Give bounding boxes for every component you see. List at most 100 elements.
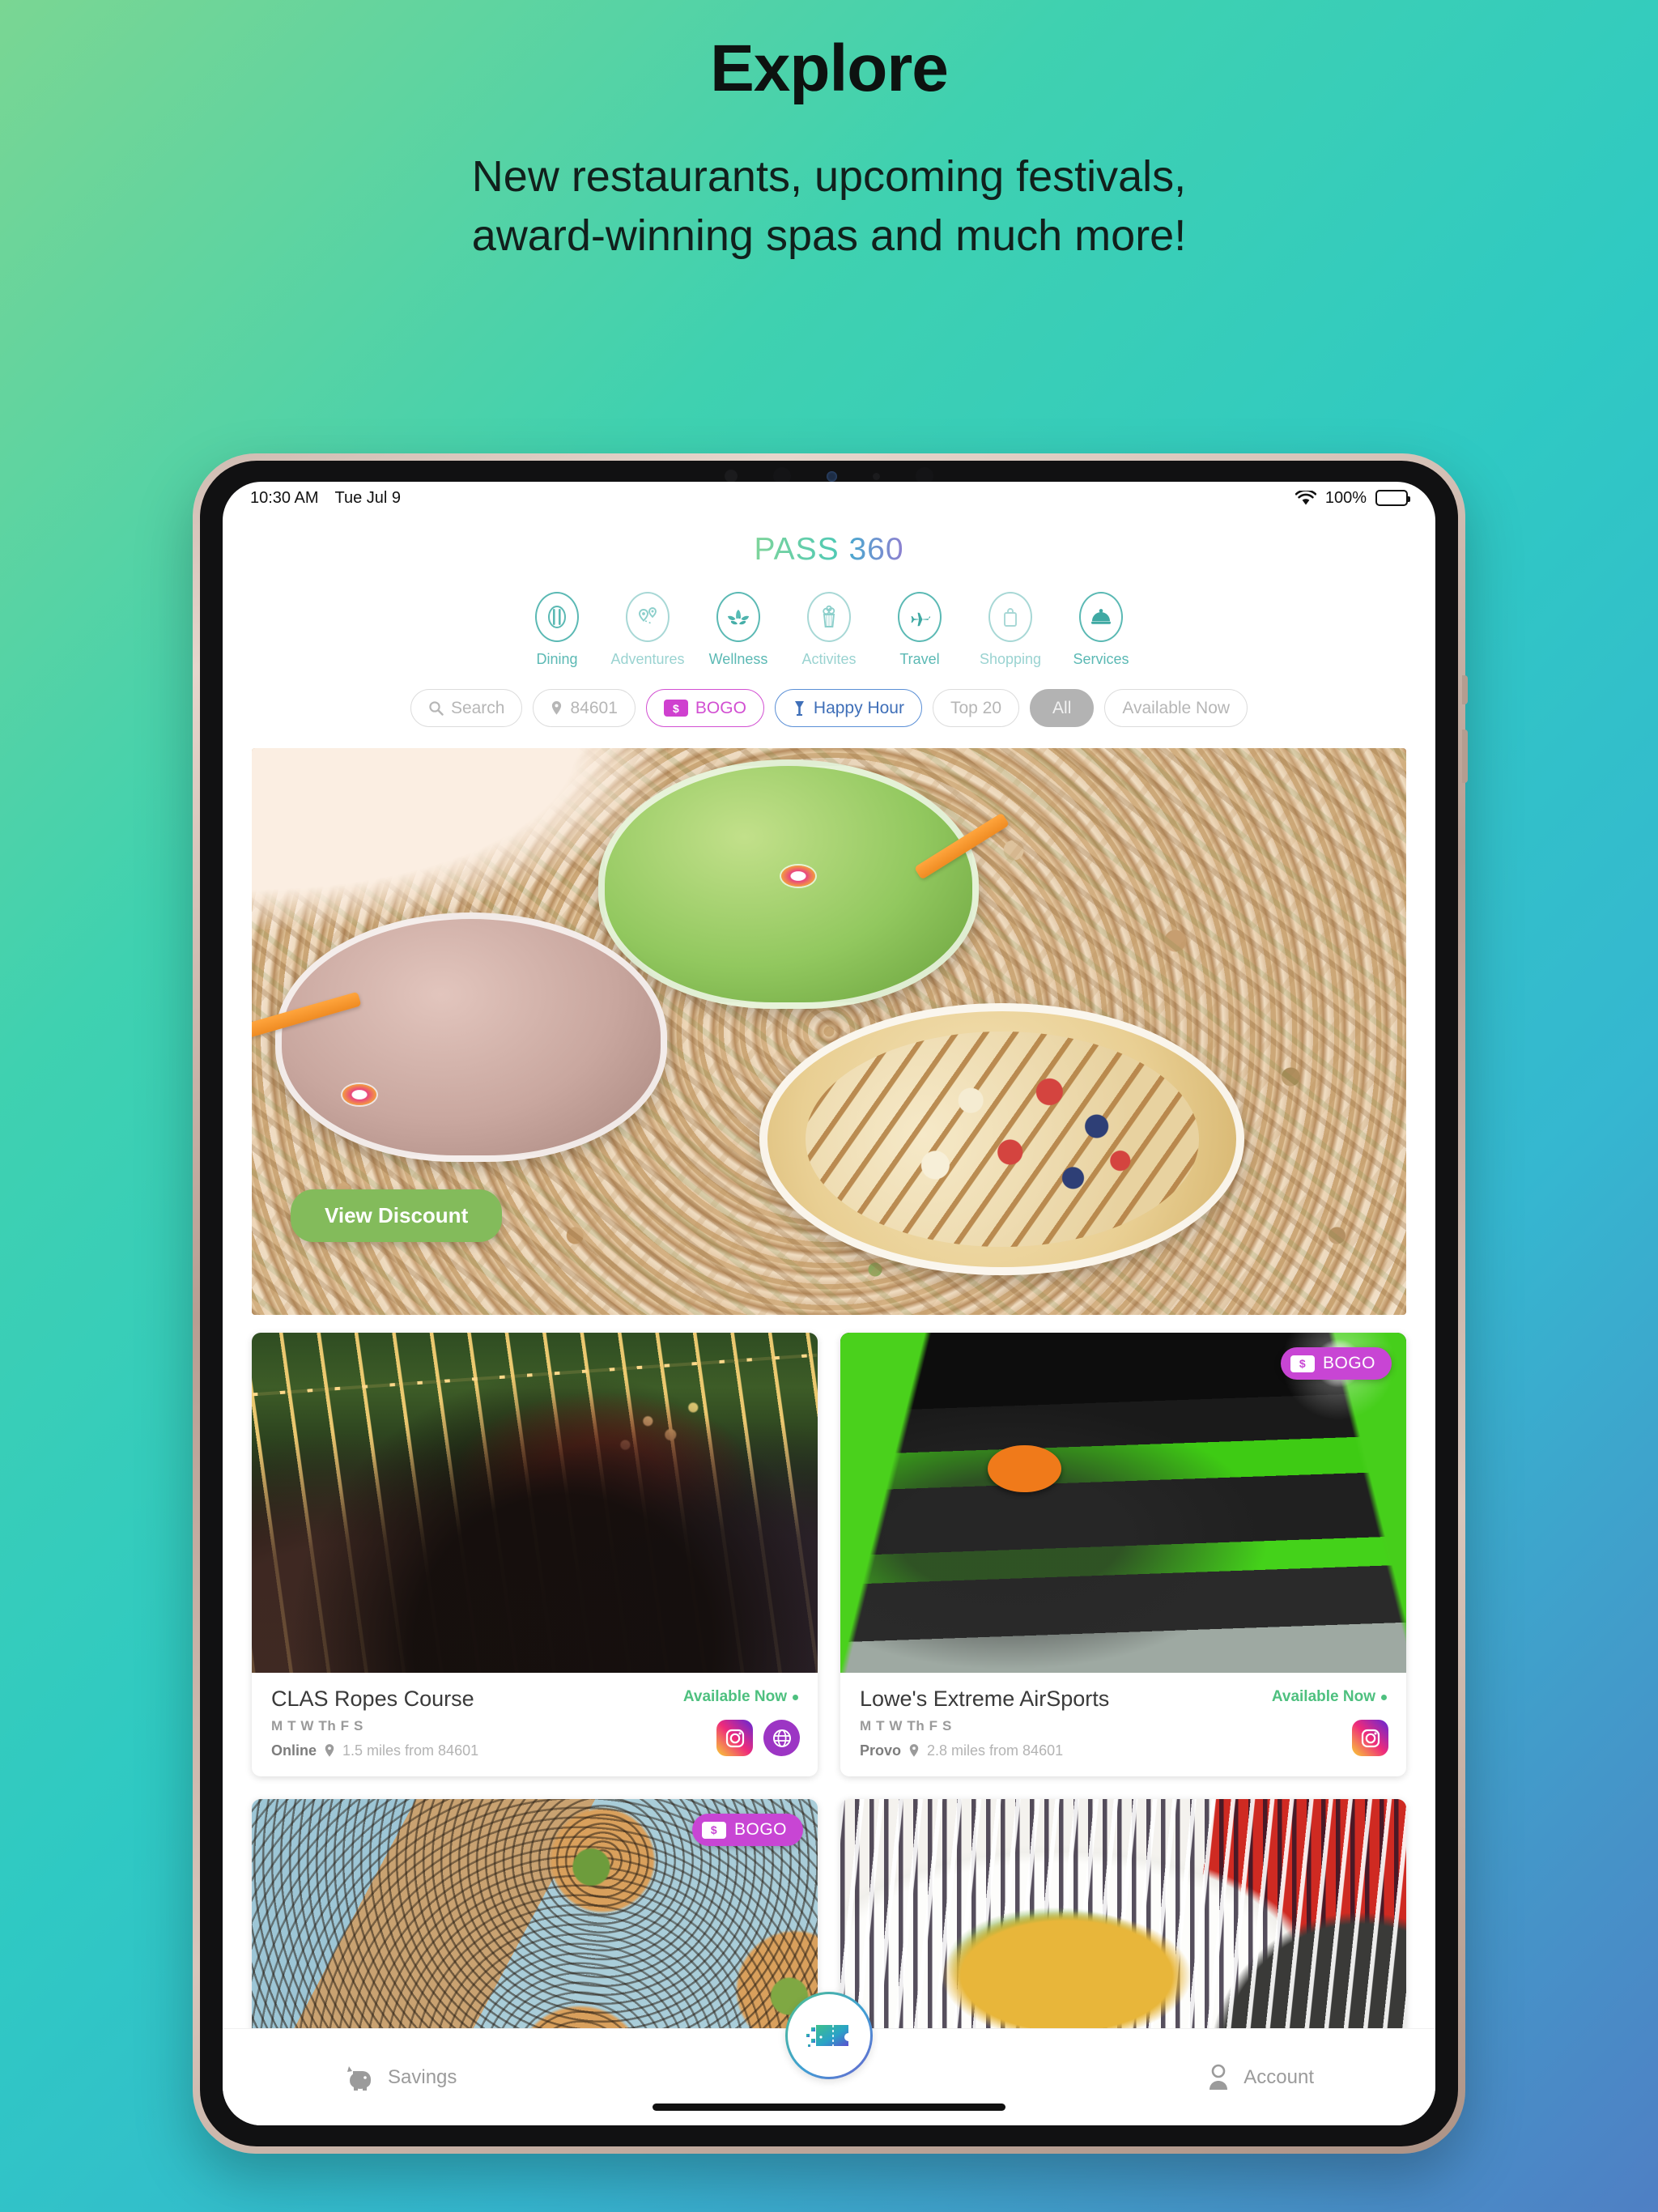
category-services[interactable]: Services (1066, 592, 1136, 668)
category-nav: Dining Adventures Wellness Activites Tra… (223, 592, 1435, 668)
search-label: Search (450, 698, 505, 717)
dollar-tag-icon: $ (701, 1821, 726, 1839)
promo-header: Explore New restaurants, upcoming festiv… (0, 0, 1658, 266)
category-activites[interactable]: Activites (794, 592, 864, 668)
plate-fork-icon (535, 592, 579, 642)
location-filter-chip[interactable]: 84601 (533, 689, 636, 727)
power-button[interactable] (1462, 675, 1468, 704)
wifi-icon (1295, 490, 1316, 504)
status-badge: Available Now (1272, 1688, 1387, 1706)
ticket-fab-button[interactable] (785, 1992, 873, 2079)
bottom-tab-bar: Savings Account (223, 1994, 1435, 2125)
instagram-icon[interactable] (716, 1720, 753, 1756)
availability-dot-icon (1381, 1694, 1387, 1700)
content-scroll-area[interactable]: View Discount CLAS Ropes Course M T W Th… (223, 727, 1435, 2028)
lotus-icon (716, 592, 760, 642)
listing-grid: CLAS Ropes Course M T W Th F S Online 1.… (252, 1333, 1406, 2028)
website-globe-icon[interactable] (763, 1720, 800, 1756)
listing-card-image: $ BOGO (252, 1799, 818, 2028)
status-date: Tue Jul 9 (334, 488, 402, 507)
promo-subtitle-line1: New restaurants, upcoming festivals, (471, 152, 1187, 202)
category-travel[interactable]: Travel (885, 592, 954, 668)
brand-swirl-logo-icon (780, 865, 815, 887)
available-now-filter-chip[interactable]: Available Now (1104, 689, 1248, 727)
category-adventures[interactable]: Adventures (610, 592, 685, 668)
instagram-icon[interactable] (1352, 1720, 1388, 1756)
cocktail-glass-icon (794, 700, 804, 716)
listing-card[interactable]: $ BOGO (252, 1799, 818, 2028)
category-wellness-label: Wellness (708, 651, 768, 667)
tab-account-label: Account (1244, 2065, 1314, 2088)
tab-account[interactable]: Account (1206, 2064, 1314, 2091)
bogo-badge: $ BOGO (691, 1814, 803, 1846)
ticket-icon (806, 2025, 848, 2053)
face-id-dot-projector-icon (827, 470, 837, 482)
category-adventures-label: Adventures (610, 651, 685, 667)
available-now-filter-label: Available Now (1122, 698, 1231, 717)
promo-subtitle-line2: award-winning spas and much more! (471, 211, 1187, 261)
category-travel-label: Travel (899, 651, 940, 667)
bogo-badge: $ BOGO (1280, 1347, 1392, 1380)
listing-card-city: Online (271, 1742, 317, 1759)
listing-card-socials (1352, 1720, 1388, 1756)
category-services-label: Services (1073, 651, 1129, 667)
all-filter-label: All (1052, 698, 1072, 717)
category-activites-label: Activites (801, 651, 857, 667)
app-logo-word2: 360 (848, 532, 904, 567)
tablet-screen: 10:30 AM Tue Jul 9 100% PASS 360 Dining … (223, 482, 1435, 2125)
bogo-badge-label: BOGO (733, 1820, 787, 1839)
dollar-tag-icon: $ (663, 700, 688, 717)
location-filter-label: 84601 (570, 698, 618, 717)
dollar-tag-icon: $ (1290, 1355, 1315, 1372)
home-indicator[interactable] (653, 2104, 1005, 2111)
popcorn-icon (807, 592, 851, 642)
listing-card-image: $ BOGO (840, 1333, 1406, 1673)
hero-promo-card[interactable]: View Discount (252, 748, 1406, 1315)
bogo-badge-label: BOGO (1322, 1354, 1375, 1372)
bogo-filter-chip[interactable]: $ BOGO (645, 689, 764, 727)
all-filter-chip[interactable]: All (1030, 689, 1095, 727)
view-discount-button[interactable]: View Discount (291, 1189, 503, 1242)
battery-percent: 100% (1324, 488, 1367, 507)
top20-filter-label: Top 20 (950, 698, 1002, 717)
status-bar: 10:30 AM Tue Jul 9 100% (223, 482, 1435, 514)
listing-card-meta: Provo 2.8 miles from 84601 (860, 1742, 1387, 1759)
listing-card[interactable]: $ BOGO Lowe's Extreme AirSports M T W Th… (840, 1333, 1406, 1776)
happy-hour-filter-chip[interactable]: Happy Hour (774, 689, 922, 727)
tab-savings[interactable]: Savings (344, 2064, 457, 2091)
listing-card-city: Provo (860, 1742, 902, 1759)
listing-card[interactable] (840, 1799, 1406, 2028)
listing-card[interactable]: CLAS Ropes Course M T W Th F S Online 1.… (252, 1333, 818, 1776)
shopping-bag-icon (988, 592, 1032, 642)
app-logo: PASS 360 (223, 532, 1435, 568)
service-bell-icon (1079, 592, 1123, 642)
battery-full-icon (1375, 490, 1410, 506)
green-smoothie-cup (597, 759, 980, 1074)
happy-hour-filter-label: Happy Hour (813, 698, 904, 717)
map-pins-icon (626, 592, 670, 642)
page-title: Explore (710, 32, 949, 105)
category-dining[interactable]: Dining (522, 592, 592, 668)
listing-card-socials (716, 1720, 800, 1756)
location-pin-icon (552, 700, 562, 715)
status-bar-right: 100% (1295, 488, 1410, 508)
availability-label: Available Now (682, 1688, 787, 1705)
category-wellness[interactable]: Wellness (704, 592, 773, 668)
tab-savings-label: Savings (388, 2065, 457, 2088)
location-pin-icon (909, 1744, 919, 1757)
volume-button[interactable] (1462, 730, 1468, 783)
top20-filter-chip[interactable]: Top 20 (932, 689, 1020, 727)
piggy-bank-icon (347, 2065, 371, 2091)
search-icon (429, 701, 444, 716)
listing-card-distance: 1.5 miles from 84601 (342, 1742, 479, 1759)
airplane-icon (898, 592, 942, 642)
status-badge: Available Now (683, 1688, 798, 1706)
promo-subtitle: New restaurants, upcoming festivals, awa… (0, 147, 1658, 266)
proximity-sensor-icon (725, 470, 738, 483)
category-shopping-label: Shopping (979, 651, 1042, 667)
app-logo-word1: PASS (754, 532, 840, 567)
availability-dot-icon (793, 1694, 798, 1700)
device-bezel: 10:30 AM Tue Jul 9 100% PASS 360 Dining … (200, 461, 1468, 2146)
category-shopping[interactable]: Shopping (976, 592, 1045, 668)
search-input[interactable]: Search (410, 689, 523, 727)
